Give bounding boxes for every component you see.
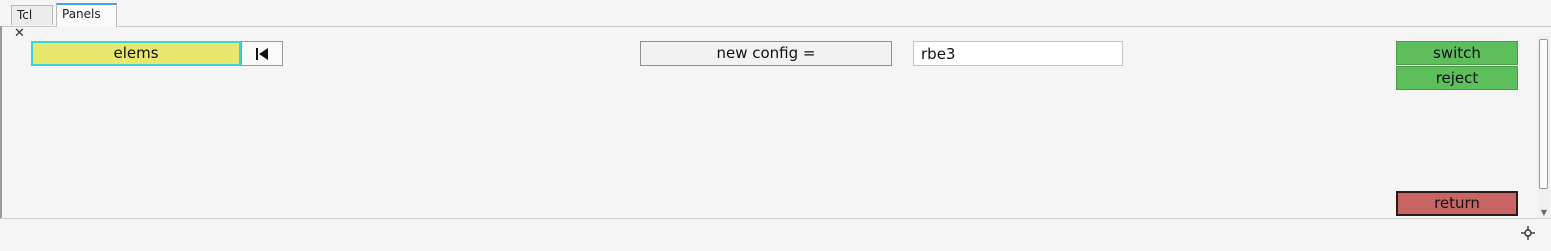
new-config-label-button[interactable]: new config =	[640, 41, 892, 66]
panel-left-border	[0, 26, 2, 218]
switch-button[interactable]: switch	[1396, 41, 1518, 65]
skip-to-first-icon	[256, 48, 268, 60]
reset-selection-button[interactable]	[241, 41, 283, 66]
bottom-bar	[0, 218, 1551, 251]
close-icon[interactable]: ✕	[14, 27, 25, 40]
vertical-scrollbar[interactable]: ▼	[1538, 36, 1550, 218]
elems-selector-button[interactable]: elems	[31, 41, 241, 66]
reject-button[interactable]: reject	[1396, 66, 1518, 90]
scroll-down-icon[interactable]: ▼	[1538, 208, 1550, 218]
tab-bar: Tcl Panels	[0, 0, 1551, 27]
tab-panels[interactable]: Panels	[56, 3, 117, 27]
tab-tcl[interactable]: Tcl	[11, 5, 53, 25]
new-config-input[interactable]	[913, 41, 1123, 66]
scrollbar-thumb[interactable]	[1539, 39, 1548, 189]
move-icon[interactable]	[1520, 225, 1536, 241]
app-root: Tcl Panels ✕ elems new config = switch r…	[0, 0, 1551, 251]
return-button[interactable]: return	[1396, 191, 1518, 216]
